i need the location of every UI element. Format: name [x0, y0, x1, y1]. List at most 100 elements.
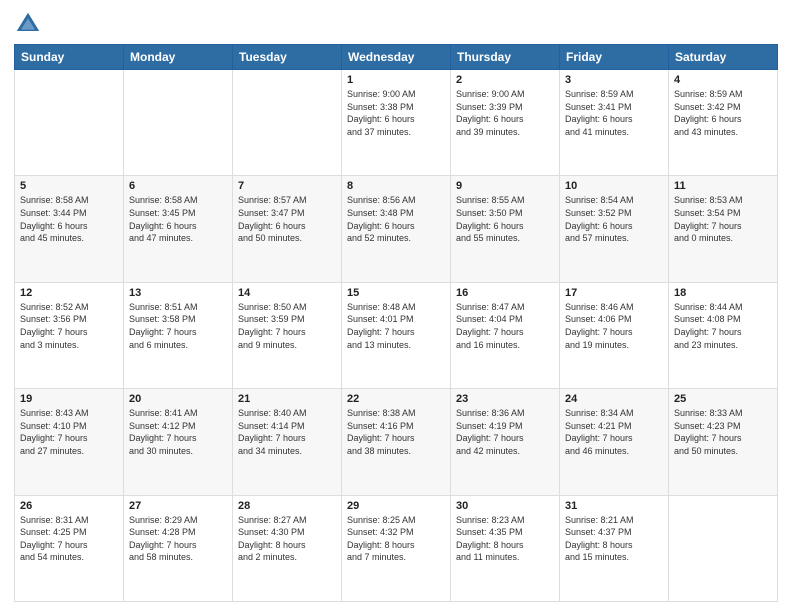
day-info: Sunrise: 8:48 AM Sunset: 4:01 PM Dayligh… — [347, 301, 445, 351]
calendar-cell: 8 Sunrise: 8:56 AM Sunset: 3:48 PM Daylig… — [342, 176, 451, 282]
calendar-cell: 25Sunrise: 8:33 AM Sunset: 4:23 PM Dayli… — [669, 389, 778, 495]
day-info: Sunrise: 8:51 AM Sunset: 3:58 PM Dayligh… — [129, 301, 227, 351]
day-number: 29 — [347, 500, 445, 512]
day-info: Sunrise: 8:43 AM Sunset: 4:10 PM Dayligh… — [20, 407, 118, 457]
week-row-0: 1 Sunrise: 9:00 AM Sunset: 3:38 PM Daylig… — [15, 70, 778, 176]
calendar-cell: 20Sunrise: 8:41 AM Sunset: 4:12 PM Dayli… — [124, 389, 233, 495]
day-number: 7 — [238, 180, 336, 192]
day-number: 2 — [456, 74, 554, 86]
day-info: Sunrise: 9:00 AM Sunset: 3:38 PM Dayligh… — [347, 88, 445, 138]
calendar-cell: 3 Sunrise: 8:59 AM Sunset: 3:41 PM Daylig… — [560, 70, 669, 176]
week-row-1: 5 Sunrise: 8:58 AM Sunset: 3:44 PM Daylig… — [15, 176, 778, 282]
day-number: 18 — [674, 287, 772, 299]
calendar-cell: 10Sunrise: 8:54 AM Sunset: 3:52 PM Dayli… — [560, 176, 669, 282]
calendar-cell: 2 Sunrise: 9:00 AM Sunset: 3:39 PM Daylig… — [451, 70, 560, 176]
day-number: 5 — [20, 180, 118, 192]
day-info: Sunrise: 8:54 AM Sunset: 3:52 PM Dayligh… — [565, 194, 663, 244]
day-info: Sunrise: 8:31 AM Sunset: 4:25 PM Dayligh… — [20, 514, 118, 564]
day-info: Sunrise: 8:46 AM Sunset: 4:06 PM Dayligh… — [565, 301, 663, 351]
day-number: 1 — [347, 74, 445, 86]
day-info: Sunrise: 8:40 AM Sunset: 4:14 PM Dayligh… — [238, 407, 336, 457]
calendar-cell: 14 Sunrise: 8:50 AM Sunset: 3:59 PM Dayli… — [233, 282, 342, 388]
calendar-cell — [15, 70, 124, 176]
calendar-cell: 22 Sunrise: 8:38 AM Sunset: 4:16 PM Dayli… — [342, 389, 451, 495]
day-header-monday: Monday — [124, 45, 233, 70]
calendar-cell: 1 Sunrise: 9:00 AM Sunset: 3:38 PM Daylig… — [342, 70, 451, 176]
calendar-cell: 28 Sunrise: 8:27 AM Sunset: 4:30 PM Dayli… — [233, 495, 342, 601]
calendar-cell: 29 Sunrise: 8:25 AM Sunset: 4:32 PM Dayli… — [342, 495, 451, 601]
day-number: 11 — [674, 180, 772, 192]
day-info: Sunrise: 8:59 AM Sunset: 3:41 PM Dayligh… — [565, 88, 663, 138]
calendar-cell: 30 Sunrise: 8:23 AM Sunset: 4:35 PM Dayli… — [451, 495, 560, 601]
day-number: 15 — [347, 287, 445, 299]
day-info: Sunrise: 8:41 AM Sunset: 4:12 PM Dayligh… — [129, 407, 227, 457]
logo — [14, 10, 46, 38]
day-header-friday: Friday — [560, 45, 669, 70]
day-number: 19 — [20, 393, 118, 405]
day-info: Sunrise: 8:27 AM Sunset: 4:30 PM Dayligh… — [238, 514, 336, 564]
calendar-cell: 24 Sunrise: 8:34 AM Sunset: 4:21 PM Dayli… — [560, 389, 669, 495]
day-info: Sunrise: 8:58 AM Sunset: 3:45 PM Dayligh… — [129, 194, 227, 244]
calendar-cell — [669, 495, 778, 601]
day-info: Sunrise: 8:44 AM Sunset: 4:08 PM Dayligh… — [674, 301, 772, 351]
day-number: 25 — [674, 393, 772, 405]
day-number: 3 — [565, 74, 663, 86]
day-number: 23 — [456, 393, 554, 405]
calendar-header-row: SundayMondayTuesdayWednesdayThursdayFrid… — [15, 45, 778, 70]
day-header-sunday: Sunday — [15, 45, 124, 70]
day-info: Sunrise: 8:38 AM Sunset: 4:16 PM Dayligh… — [347, 407, 445, 457]
day-number: 27 — [129, 500, 227, 512]
calendar-cell: 23 Sunrise: 8:36 AM Sunset: 4:19 PM Dayli… — [451, 389, 560, 495]
day-info: Sunrise: 8:50 AM Sunset: 3:59 PM Dayligh… — [238, 301, 336, 351]
day-number: 30 — [456, 500, 554, 512]
day-number: 12 — [20, 287, 118, 299]
week-row-3: 19 Sunrise: 8:43 AM Sunset: 4:10 PM Dayli… — [15, 389, 778, 495]
day-number: 8 — [347, 180, 445, 192]
calendar-cell: 5 Sunrise: 8:58 AM Sunset: 3:44 PM Daylig… — [15, 176, 124, 282]
day-info: Sunrise: 8:53 AM Sunset: 3:54 PM Dayligh… — [674, 194, 772, 244]
day-info: Sunrise: 8:34 AM Sunset: 4:21 PM Dayligh… — [565, 407, 663, 457]
calendar-cell: 7 Sunrise: 8:57 AM Sunset: 3:47 PM Daylig… — [233, 176, 342, 282]
calendar-cell: 21 Sunrise: 8:40 AM Sunset: 4:14 PM Dayli… — [233, 389, 342, 495]
calendar-cell: 11 Sunrise: 8:53 AM Sunset: 3:54 PM Dayli… — [669, 176, 778, 282]
day-number: 16 — [456, 287, 554, 299]
day-number: 14 — [238, 287, 336, 299]
calendar-cell — [233, 70, 342, 176]
calendar-cell: 17 Sunrise: 8:46 AM Sunset: 4:06 PM Dayli… — [560, 282, 669, 388]
day-number: 21 — [238, 393, 336, 405]
day-info: Sunrise: 8:58 AM Sunset: 3:44 PM Dayligh… — [20, 194, 118, 244]
day-header-saturday: Saturday — [669, 45, 778, 70]
day-info: Sunrise: 8:56 AM Sunset: 3:48 PM Dayligh… — [347, 194, 445, 244]
day-info: Sunrise: 8:23 AM Sunset: 4:35 PM Dayligh… — [456, 514, 554, 564]
logo-icon — [14, 10, 42, 38]
header — [14, 10, 778, 38]
day-number: 22 — [347, 393, 445, 405]
week-row-2: 12 Sunrise: 8:52 AM Sunset: 3:56 PM Dayli… — [15, 282, 778, 388]
calendar: SundayMondayTuesdayWednesdayThursdayFrid… — [14, 44, 778, 602]
day-number: 4 — [674, 74, 772, 86]
day-number: 24 — [565, 393, 663, 405]
day-header-wednesday: Wednesday — [342, 45, 451, 70]
day-info: Sunrise: 8:36 AM Sunset: 4:19 PM Dayligh… — [456, 407, 554, 457]
day-info: Sunrise: 8:25 AM Sunset: 4:32 PM Dayligh… — [347, 514, 445, 564]
day-info: Sunrise: 8:21 AM Sunset: 4:37 PM Dayligh… — [565, 514, 663, 564]
calendar-cell: 27Sunrise: 8:29 AM Sunset: 4:28 PM Dayli… — [124, 495, 233, 601]
day-number: 17 — [565, 287, 663, 299]
day-number: 9 — [456, 180, 554, 192]
day-info: Sunrise: 8:57 AM Sunset: 3:47 PM Dayligh… — [238, 194, 336, 244]
calendar-cell — [124, 70, 233, 176]
day-number: 13 — [129, 287, 227, 299]
day-info: Sunrise: 8:47 AM Sunset: 4:04 PM Dayligh… — [456, 301, 554, 351]
day-info: Sunrise: 8:52 AM Sunset: 3:56 PM Dayligh… — [20, 301, 118, 351]
calendar-cell: 12 Sunrise: 8:52 AM Sunset: 3:56 PM Dayli… — [15, 282, 124, 388]
calendar-cell: 13 Sunrise: 8:51 AM Sunset: 3:58 PM Dayli… — [124, 282, 233, 388]
calendar-cell: 9Sunrise: 8:55 AM Sunset: 3:50 PM Daylig… — [451, 176, 560, 282]
day-number: 31 — [565, 500, 663, 512]
week-row-4: 26Sunrise: 8:31 AM Sunset: 4:25 PM Dayli… — [15, 495, 778, 601]
calendar-cell: 6Sunrise: 8:58 AM Sunset: 3:45 PM Daylig… — [124, 176, 233, 282]
calendar-cell: 4Sunrise: 8:59 AM Sunset: 3:42 PM Daylig… — [669, 70, 778, 176]
day-info: Sunrise: 9:00 AM Sunset: 3:39 PM Dayligh… — [456, 88, 554, 138]
day-number: 28 — [238, 500, 336, 512]
calendar-cell: 16 Sunrise: 8:47 AM Sunset: 4:04 PM Dayli… — [451, 282, 560, 388]
calendar-cell: 26Sunrise: 8:31 AM Sunset: 4:25 PM Dayli… — [15, 495, 124, 601]
